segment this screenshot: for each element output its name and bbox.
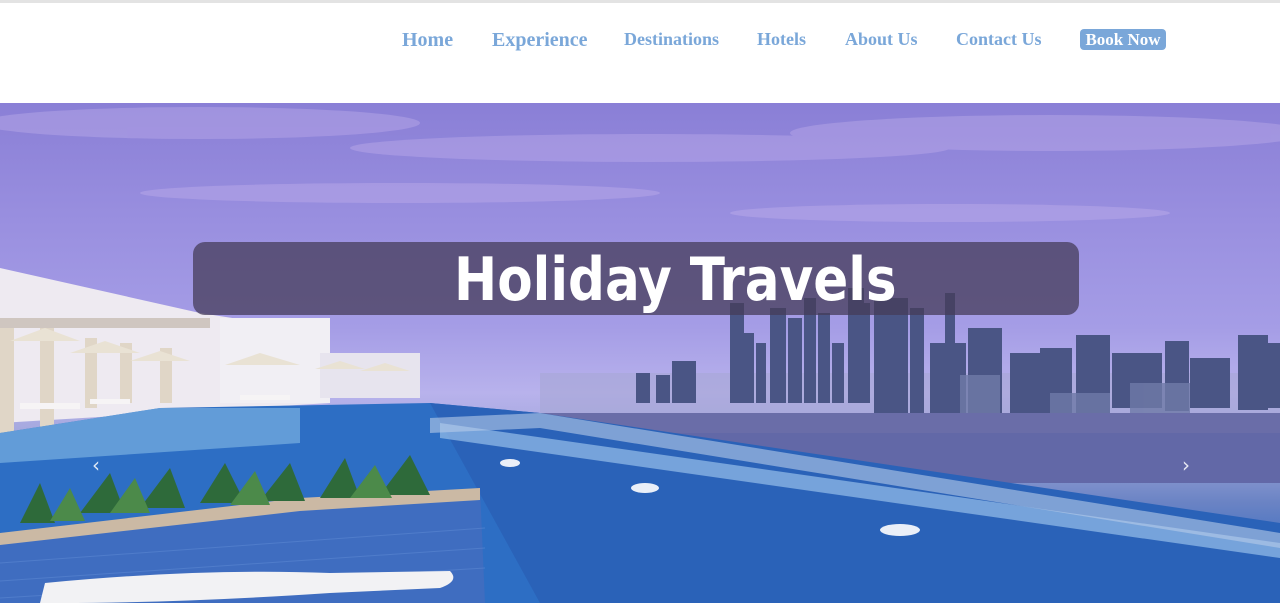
nav-about-link[interactable]: About Us (845, 29, 918, 50)
nav-contact-link[interactable]: Contact Us (956, 29, 1042, 50)
nav-hotels-link[interactable]: Hotels (757, 29, 806, 50)
chevron-right-icon[interactable]: › (1182, 453, 1190, 477)
hero-title: Holiday Travels (454, 245, 897, 315)
chevron-left-icon[interactable]: ‹ (92, 453, 100, 477)
nav-home-link[interactable]: Home (402, 29, 453, 52)
hero-slideshow: Holiday Travels ‹ › (0, 103, 1280, 603)
book-now-button[interactable]: Book Now (1080, 29, 1166, 50)
hero-image (0, 107, 1280, 603)
nav-experience-link[interactable]: Experience (492, 29, 588, 52)
nav-destinations-link[interactable]: Destinations (624, 29, 719, 50)
navbar: Home Experience Destinations Hotels Abou… (0, 3, 1280, 103)
